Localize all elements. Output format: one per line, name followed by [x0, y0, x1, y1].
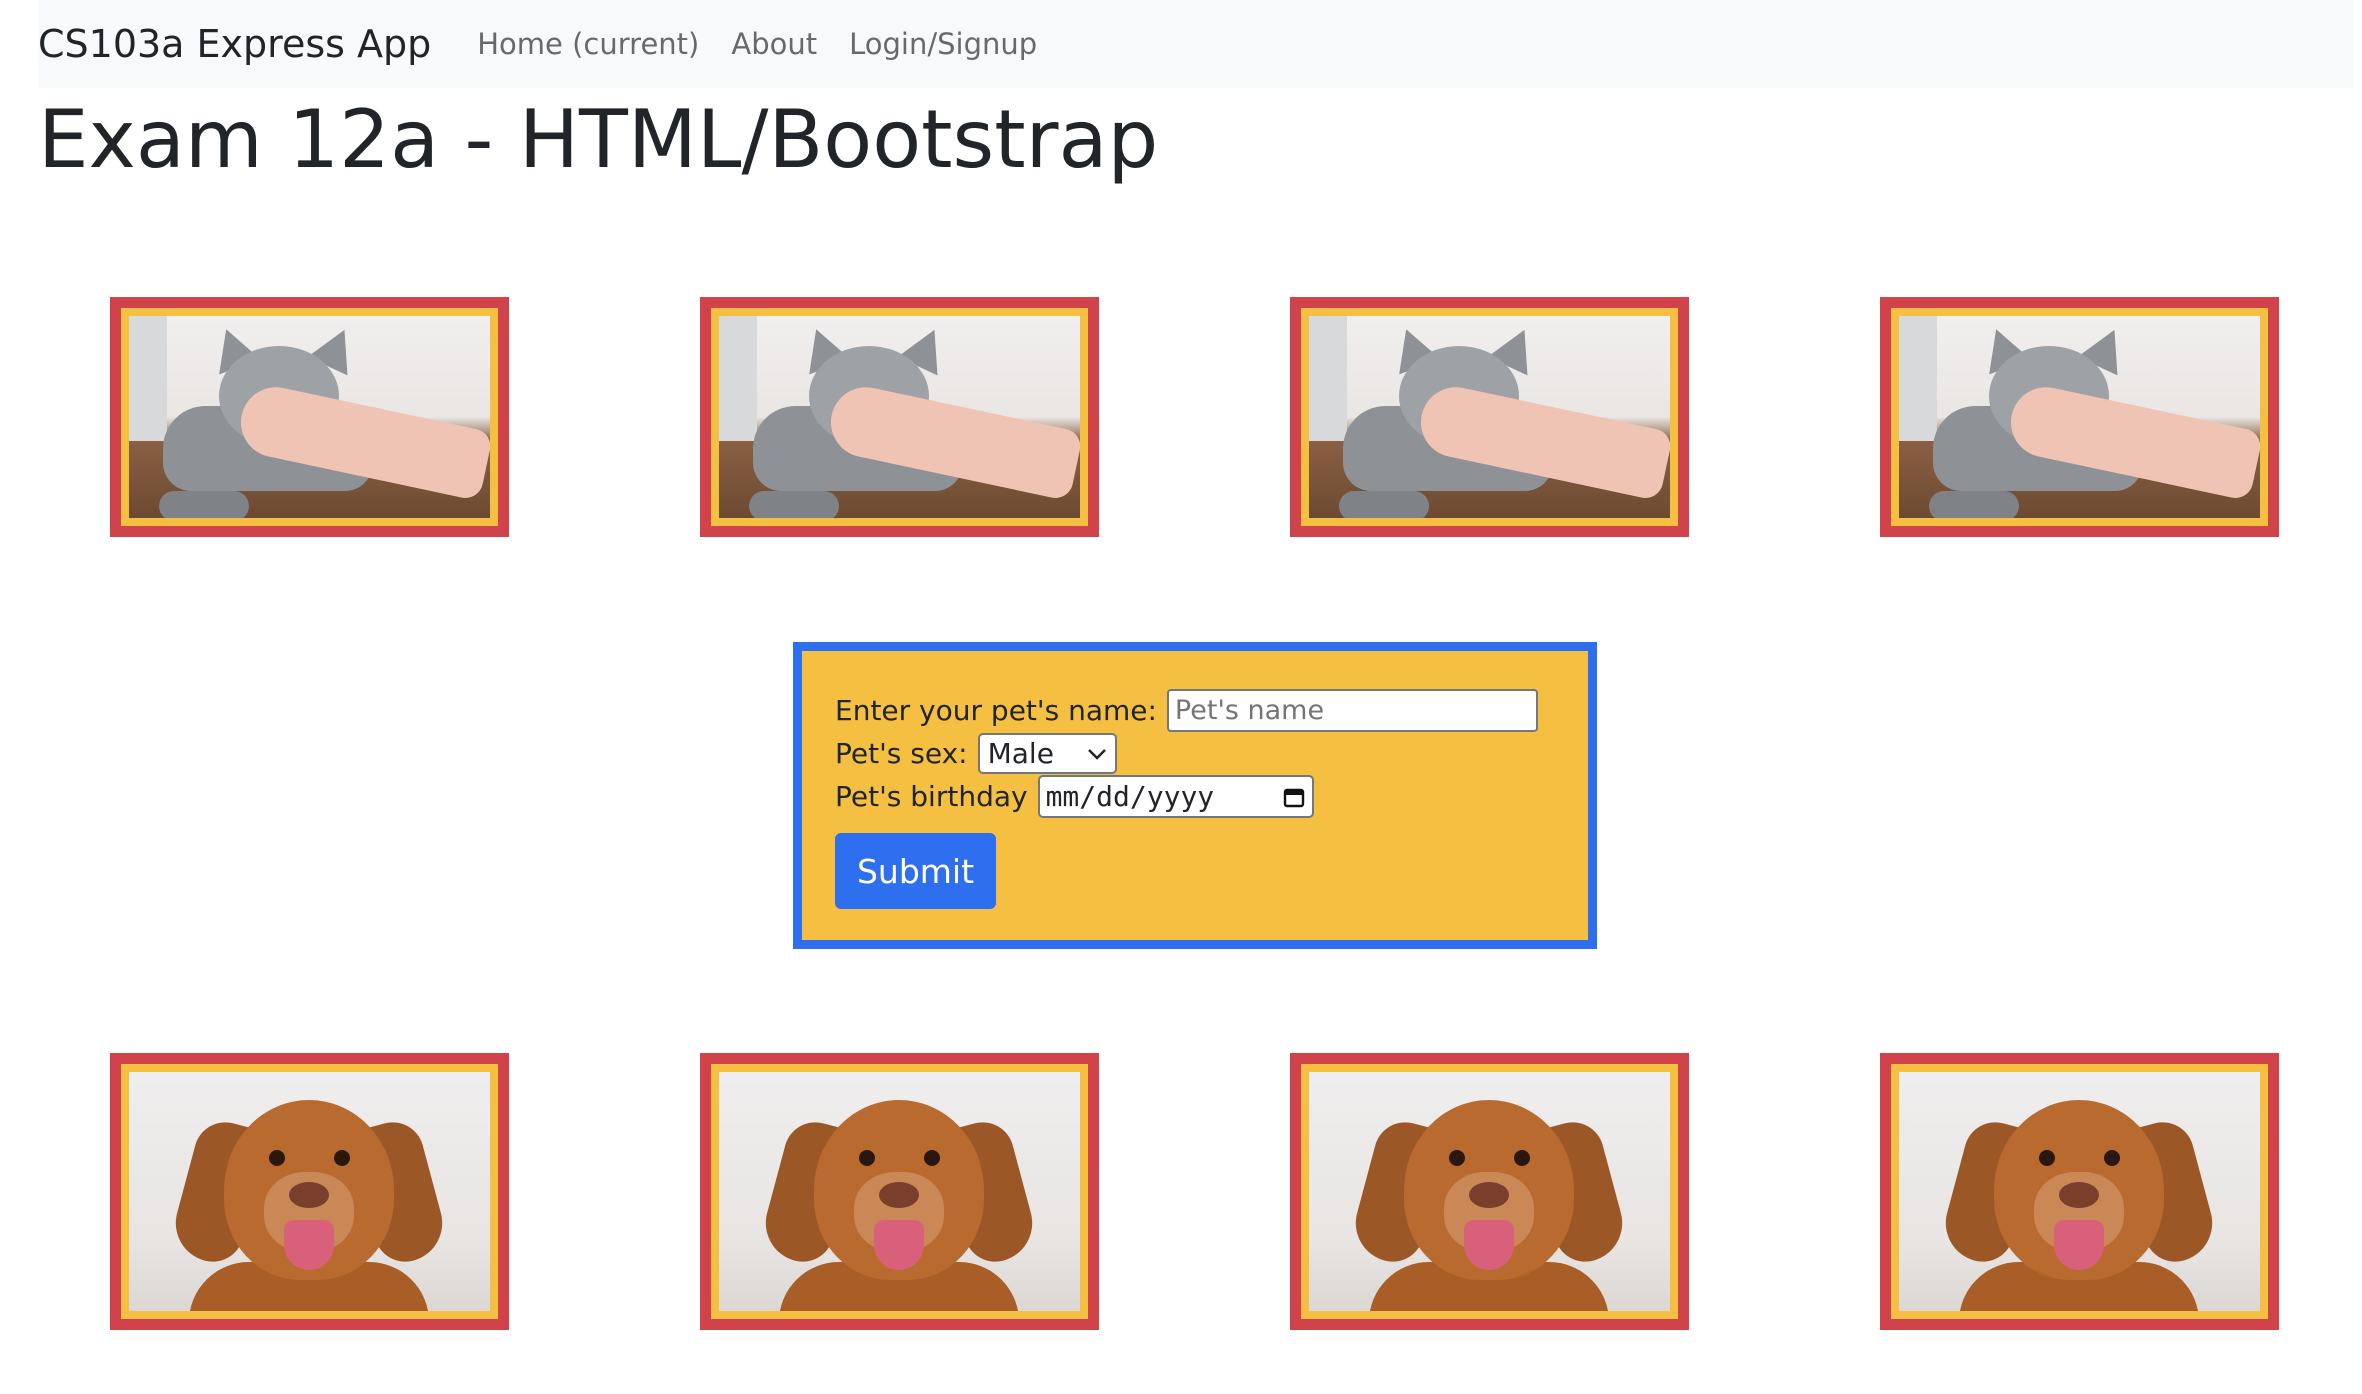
- page-title: Exam 12a - HTML/Bootstrap: [38, 93, 1159, 186]
- dog-image-frame: [1290, 1053, 1689, 1330]
- birthday-row: Pet's birthday mm/dd/yyyy: [835, 775, 1555, 818]
- submit-button[interactable]: Submit: [835, 833, 996, 909]
- navbar: CS103a Express App Home (current) About …: [38, 0, 2354, 88]
- nav-login-signup-link[interactable]: Login/Signup: [849, 27, 1037, 61]
- sex-row: Pet's sex: Male: [835, 732, 1555, 775]
- dog-image-frame: [700, 1053, 1099, 1330]
- cat-image: [1899, 316, 2260, 518]
- cat-image: [719, 316, 1080, 518]
- pet-name-input[interactable]: [1166, 689, 1538, 732]
- pet-birthday-input[interactable]: mm/dd/yyyy: [1037, 775, 1314, 818]
- name-label: Enter your pet's name:: [835, 694, 1157, 727]
- dog-image-frame: [1880, 1053, 2279, 1330]
- sex-value: Male: [987, 737, 1054, 770]
- nav-home-link[interactable]: Home (current): [477, 27, 699, 61]
- birthday-label: Pet's birthday: [835, 780, 1028, 813]
- cat-image: [1309, 316, 1670, 518]
- dog-image: [1309, 1072, 1670, 1311]
- dog-image: [1899, 1072, 2260, 1311]
- nav-about-link[interactable]: About: [731, 27, 817, 61]
- name-row: Enter your pet's name:: [835, 689, 1555, 732]
- brand-link[interactable]: CS103a Express App: [38, 22, 431, 66]
- cat-image-frame: [110, 297, 509, 537]
- cat-image-frame: [1290, 297, 1689, 537]
- dog-image: [129, 1072, 490, 1311]
- dog-image-frame: [110, 1053, 509, 1330]
- chevron-down-icon: [1087, 748, 1106, 760]
- cat-image-frame: [700, 297, 1099, 537]
- calendar-icon[interactable]: [1282, 785, 1306, 809]
- pet-sex-select[interactable]: Male: [977, 733, 1117, 774]
- pet-form: Enter your pet's name: Pet's sex: Male P…: [793, 642, 1597, 949]
- cat-image-frame: [1880, 297, 2279, 537]
- dog-image: [719, 1072, 1080, 1311]
- birthday-placeholder: mm/dd/yyyy: [1045, 780, 1215, 813]
- cat-image: [129, 316, 490, 518]
- sex-label: Pet's sex:: [835, 737, 968, 770]
